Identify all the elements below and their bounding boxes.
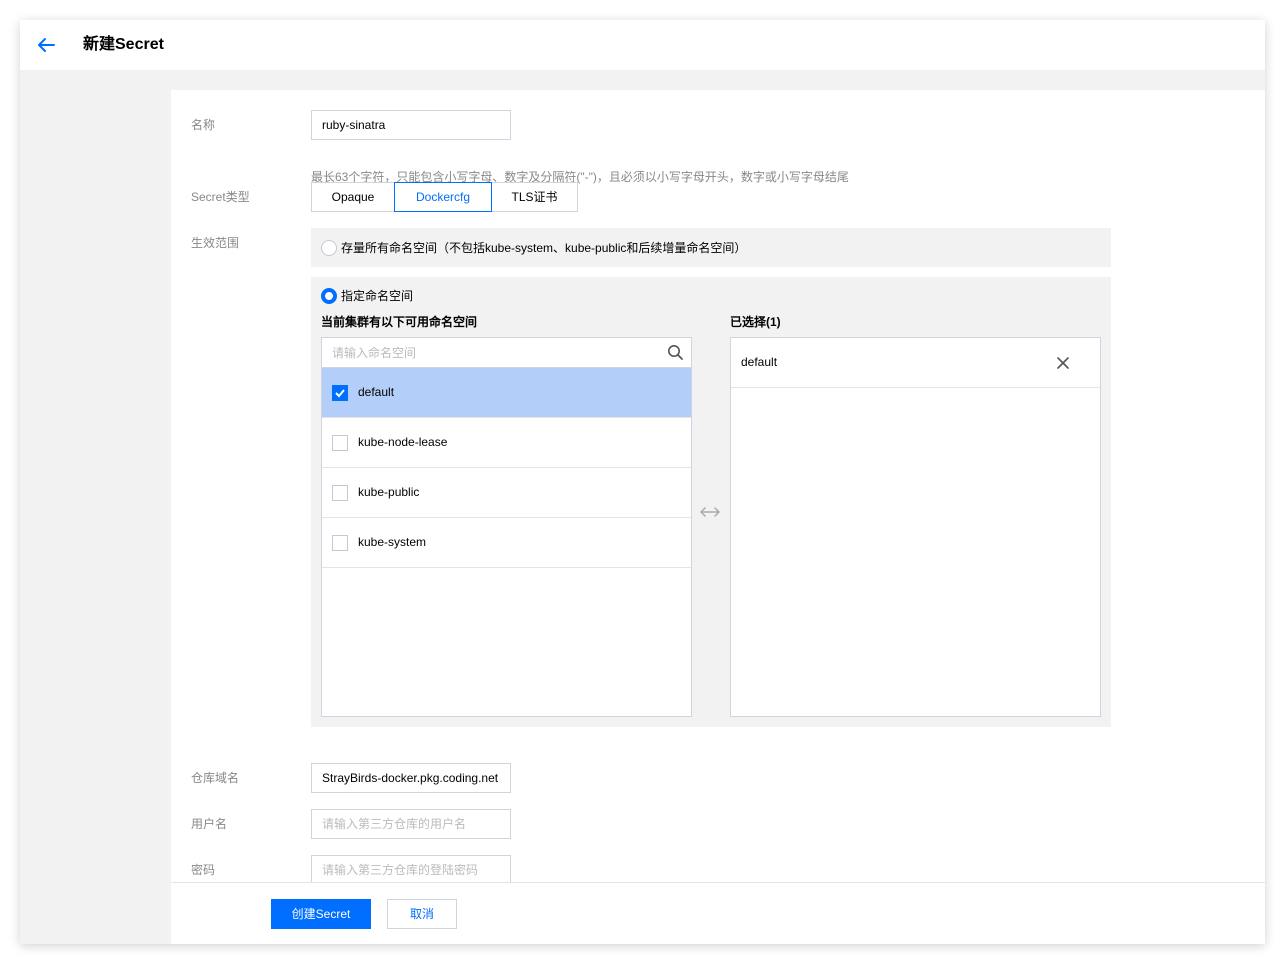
selected-item-default: default [731, 338, 1100, 388]
namespace-row-default[interactable]: default [322, 368, 691, 418]
selected-namespaces-list: default [730, 337, 1101, 717]
username-input[interactable]: 请输入第三方仓库的用户名 [311, 809, 511, 839]
registry-label: 仓库域名 [191, 771, 240, 785]
cancel-button[interactable]: 取消 [387, 899, 457, 929]
namespace-row-kube-public[interactable]: kube-public [322, 468, 691, 518]
secret-type-selector: Opaque Dockercfg TLS证书 [311, 182, 578, 212]
available-namespaces-title: 当前集群有以下可用命名空间 [321, 315, 478, 329]
password-input[interactable]: 请输入第三方仓库的登陆密码 [311, 855, 511, 885]
namespace-row-kube-system[interactable]: kube-system [322, 518, 691, 568]
scope-specific-label: 指定命名空间 [341, 289, 414, 303]
scope-specific-option: 指定命名空间 当前集群有以下可用命名空间 已选择(1) 请输入命名空间 defa… [311, 277, 1111, 727]
scope-all-radio[interactable] [321, 240, 337, 256]
secret-type-label: Secret类型 [191, 190, 250, 204]
scope-label: 生效范围 [191, 236, 240, 250]
namespace-label-kube-public: kube-public [358, 485, 420, 499]
checkmark-icon [335, 389, 345, 398]
page-header: 新建Secret [20, 20, 1265, 70]
name-label: 名称 [191, 118, 216, 132]
secret-type-dockercfg[interactable]: Dockercfg [394, 182, 492, 212]
create-secret-button[interactable]: 创建Secret [271, 899, 371, 929]
registry-input[interactable]: StrayBirds-docker.pkg.coding.net [311, 763, 511, 793]
namespace-search-placeholder: 请输入命名空间 [332, 346, 417, 360]
namespace-row-kube-node-lease[interactable]: kube-node-lease [322, 418, 691, 468]
form-footer: 创建Secret 取消 [171, 882, 1265, 944]
password-label: 密码 [191, 863, 216, 877]
available-namespaces-list: 请输入命名空间 default kube-node-lease kube-pub… [321, 337, 692, 717]
selected-item-label: default [741, 355, 778, 369]
scope-all-label: 存量所有命名空间（不包括kube-system、kube-public和后续增量… [341, 241, 747, 255]
selected-namespaces-title: 已选择(1) [730, 315, 781, 329]
close-icon[interactable] [1056, 356, 1070, 370]
namespace-label-kube-system: kube-system [358, 535, 427, 549]
name-input[interactable]: ruby-sinatra [311, 110, 511, 140]
namespace-search-input[interactable]: 请输入命名空间 [322, 338, 691, 368]
search-icon[interactable] [667, 344, 684, 361]
back-arrow-icon[interactable] [34, 33, 58, 57]
namespace-label-default: default [358, 385, 395, 399]
scope-specific-radio[interactable] [321, 288, 337, 304]
app-window: 新建Secret 名称 ruby-sinatra 最长63个字符，只能包含小写字… [20, 20, 1265, 944]
form-panel: 名称 ruby-sinatra 最长63个字符，只能包含小写字母、数字及分隔符(… [171, 90, 1265, 944]
namespace-checkbox-kube-system[interactable] [332, 535, 348, 551]
page-title: 新建Secret [83, 36, 164, 53]
namespace-checkbox-kube-node-lease[interactable] [332, 435, 348, 451]
secret-type-tls[interactable]: TLS证书 [491, 182, 578, 212]
namespace-label-kube-node-lease: kube-node-lease [358, 435, 448, 449]
scope-all-option[interactable]: 存量所有命名空间（不包括kube-system、kube-public和后续增量… [311, 228, 1111, 267]
secret-type-opaque[interactable]: Opaque [311, 182, 395, 212]
username-label: 用户名 [191, 817, 228, 831]
namespace-checkbox-kube-public[interactable] [332, 485, 348, 501]
namespace-checkbox-default[interactable] [332, 385, 348, 401]
transfer-arrows-icon [700, 507, 720, 517]
